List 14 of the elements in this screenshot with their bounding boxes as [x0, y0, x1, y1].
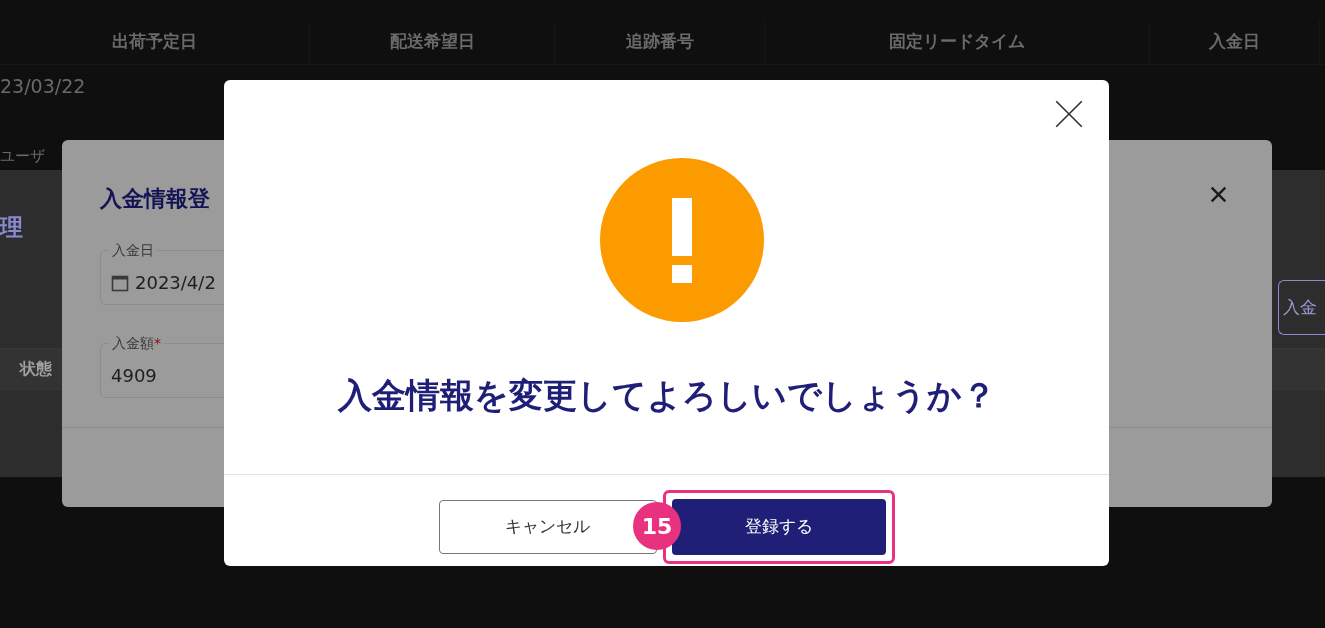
field-label: 入金額* — [109, 334, 164, 352]
column-header: 出荷予定日 — [112, 30, 197, 54]
column-header: 配送希望日 — [389, 30, 475, 54]
column-header: 状態 — [20, 358, 52, 380]
table-cell-text: 23/03/22 — [0, 74, 86, 99]
dialog-title: 入金情報登 — [100, 185, 210, 213]
field-value: 2023/4/2 — [135, 271, 216, 295]
confirm-message: 入金情報を変更してよろしいでしょうか？ — [336, 374, 997, 417]
page-heading: 理 — [0, 213, 23, 242]
column-header: 追跡番号 — [625, 30, 694, 54]
field-value: 4909 — [111, 364, 157, 388]
field-label: 入金日 — [109, 241, 157, 259]
column-header: 固定リードタイム — [889, 30, 1025, 54]
column-header: 入金日 — [1209, 30, 1260, 54]
